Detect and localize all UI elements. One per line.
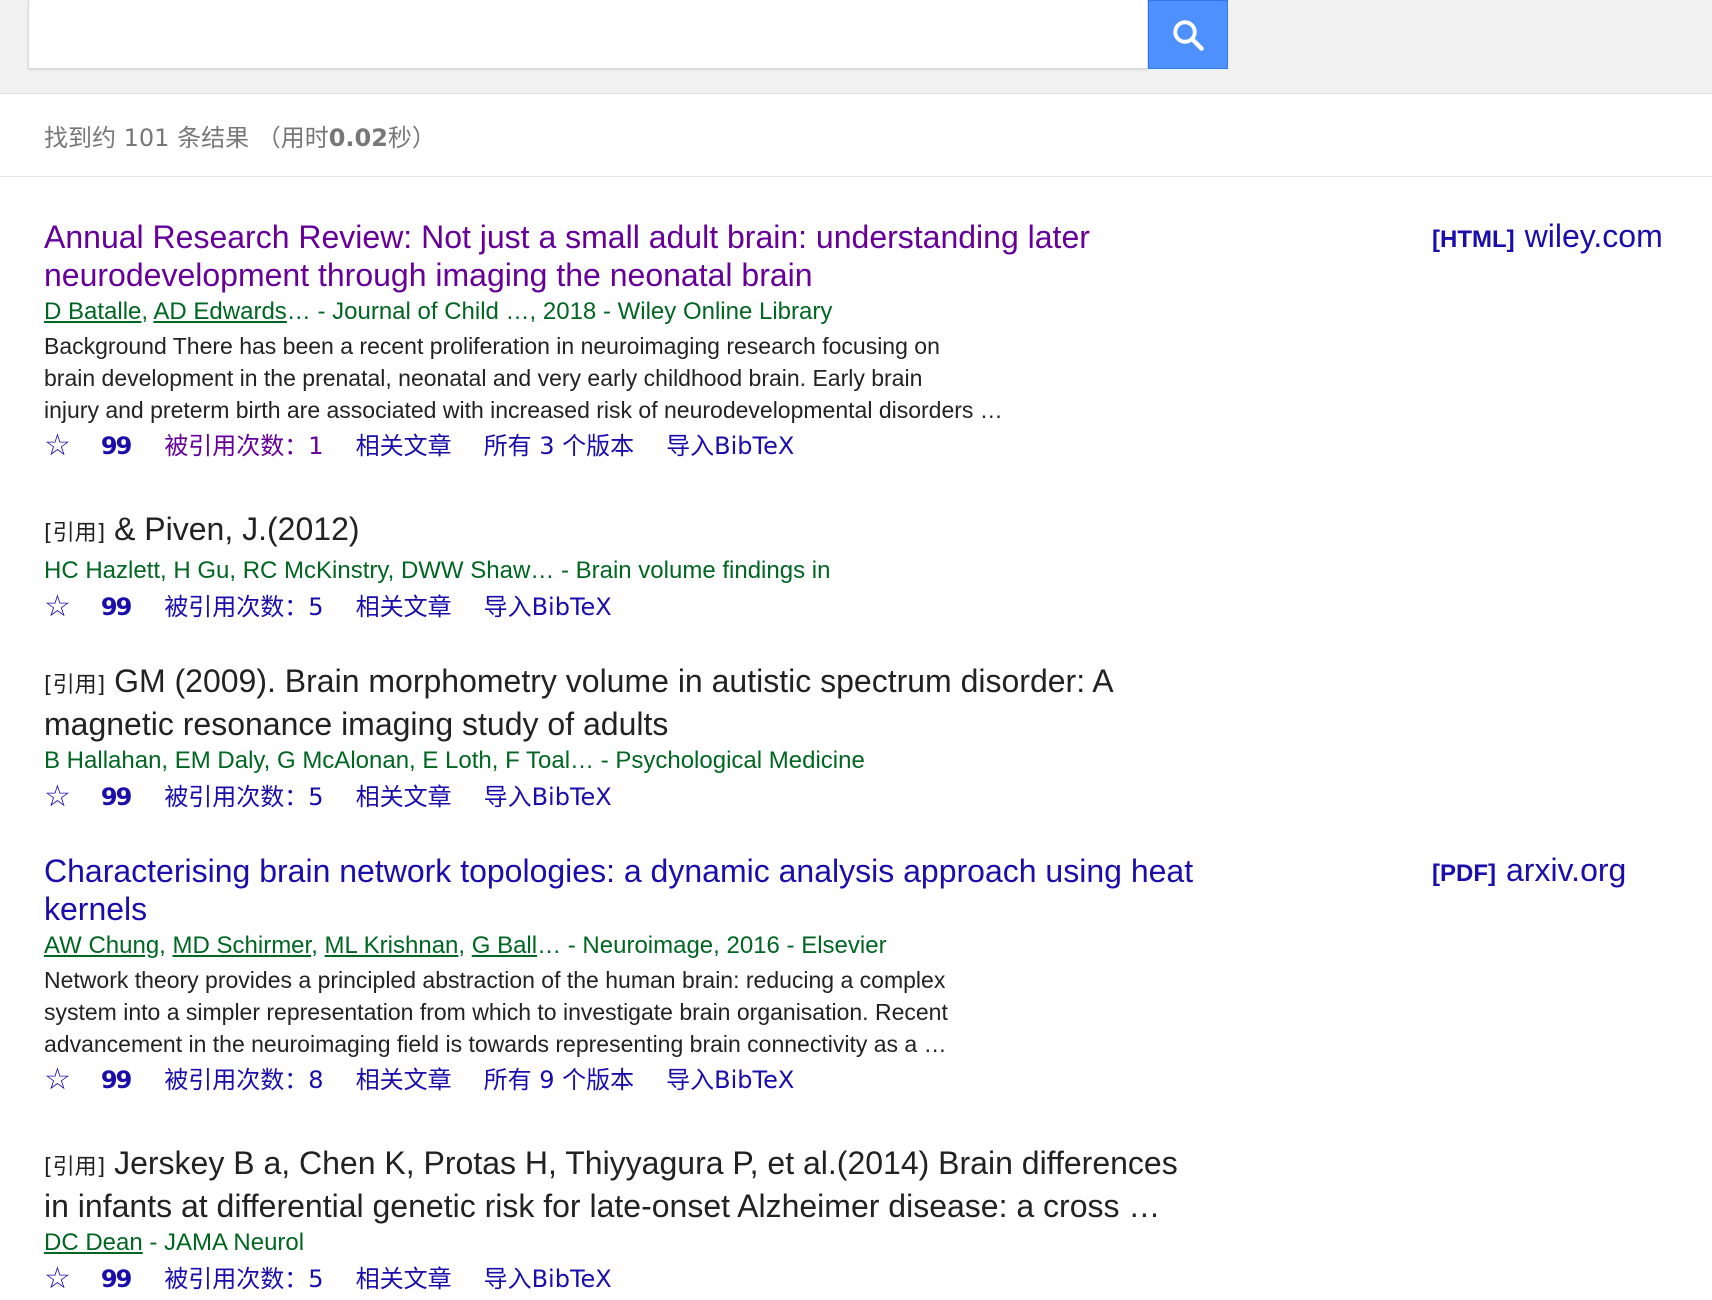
result-item: Annual Research Review: Not just a small…	[44, 218, 1294, 464]
fulltext-link[interactable]: [PDF] arxiv.org	[1432, 852, 1626, 889]
result-actions: ☆ 99 被引用次数：8 相关文章 所有 9 个版本 导入BibTeX	[44, 1062, 1294, 1098]
search-button[interactable]	[1148, 0, 1228, 69]
result-item: [引用] & Piven, J.(2012) HC Hazlett, H Gu,…	[44, 510, 1294, 625]
result-title: [引用] GM (2009). Brain morphometry volume…	[44, 662, 1294, 743]
results-stats-bar: 找到约 101 条结果 （用时0.02秒）	[0, 94, 1712, 177]
related-articles-link[interactable]: 相关文章	[356, 1261, 452, 1297]
result-actions: ☆ 99 被引用次数：5 相关文章 导入BibTeX	[44, 779, 1294, 815]
all-versions-link[interactable]: 所有 9 个版本	[484, 1062, 635, 1098]
separator: ,	[159, 932, 173, 959]
result-meta: HC Hazlett, H Gu, RC McKinstry, DWW Shaw…	[44, 557, 831, 584]
result-item: Characterising brain network topologies:…	[44, 852, 1294, 1098]
result-title: [引用] & Piven, J.(2012)	[44, 510, 1294, 553]
fulltext-domain: arxiv.org	[1505, 852, 1627, 888]
title-line: magnetic resonance imaging study of adul…	[44, 706, 669, 742]
result-snippet: Background There has been a recent proli…	[44, 330, 1154, 426]
result-item: [引用] Jerskey B a, Chen K, Protas H, Thiy…	[44, 1144, 1294, 1297]
result-title-link[interactable]: Annual Research Review: Not just a small…	[44, 218, 1294, 294]
import-bibtex-link[interactable]: 导入BibTeX	[666, 428, 794, 464]
related-articles-link[interactable]: 相关文章	[356, 589, 452, 625]
citation-tag: [引用]	[44, 1155, 106, 1180]
stats-prefix: 找到约 101 条结果 （用时	[44, 124, 329, 152]
citation-tag: [引用]	[44, 673, 106, 698]
related-articles-link[interactable]: 相关文章	[356, 428, 452, 464]
snippet-line: advancement in the neuroimaging field is…	[44, 1031, 947, 1057]
title-line: in infants at differential genetic risk …	[44, 1188, 1161, 1224]
result-item: [引用] GM (2009). Brain morphometry volume…	[44, 662, 1294, 815]
result-actions: ☆ 99 被引用次数：1 相关文章 所有 3 个版本 导入BibTeX	[44, 428, 1294, 464]
result-actions: ☆ 99 被引用次数：5 相关文章 导入BibTeX	[44, 1261, 1294, 1297]
results-count: 找到约 101 条结果 （用时0.02秒）	[44, 118, 436, 153]
author-link[interactable]: D Batalle	[44, 298, 141, 325]
import-bibtex-link[interactable]: 导入BibTeX	[484, 589, 612, 625]
cite-quote-icon[interactable]: 99	[101, 779, 132, 815]
file-type-label: [HTML]	[1432, 226, 1515, 253]
import-bibtex-link[interactable]: 导入BibTeX	[484, 779, 612, 815]
save-star-icon[interactable]: ☆	[44, 428, 71, 464]
import-bibtex-link[interactable]: 导入BibTeX	[666, 1062, 794, 1098]
author-link[interactable]: AW Chung	[44, 932, 159, 959]
search-icon	[1173, 19, 1204, 51]
result-actions: ☆ 99 被引用次数：5 相关文章 导入BibTeX	[44, 589, 1294, 625]
related-articles-link[interactable]: 相关文章	[356, 779, 452, 815]
publication-info: - JAMA Neurol	[142, 1229, 305, 1256]
snippet-line: brain development in the prenatal, neona…	[44, 365, 923, 391]
author-link[interactable]: MD Schirmer	[173, 932, 312, 959]
separator: ,	[311, 932, 325, 959]
author-link[interactable]: AD Edwards	[153, 298, 286, 325]
title-line: Annual Research Review: Not just a small…	[44, 219, 1090, 255]
author-link[interactable]: DC Dean	[44, 1229, 143, 1256]
result-meta: AW Chung, MD Schirmer, ML Krishnan, G Ba…	[44, 930, 1294, 962]
result-snippet: Network theory provides a principled abs…	[44, 964, 1154, 1060]
title-line: Characterising brain network topologies:…	[44, 853, 1194, 889]
separator: ,	[458, 932, 472, 959]
snippet-line: injury and preterm birth are associated …	[44, 397, 1003, 423]
all-versions-link[interactable]: 所有 3 个版本	[484, 428, 635, 464]
snippet-line: Background There has been a recent proli…	[44, 333, 940, 359]
title-line: neurodevelopment through imaging the neo…	[44, 257, 813, 293]
title-line: GM (2009). Brain morphometry volume in a…	[114, 663, 1114, 699]
cited-by-link[interactable]: 被引用次数：5	[164, 1261, 323, 1297]
title-line: Jerskey B a, Chen K, Protas H, Thiyyagur…	[114, 1145, 1178, 1181]
result-meta: DC Dean - JAMA Neurol	[44, 1227, 1294, 1259]
snippet-line: Network theory provides a principled abs…	[44, 967, 946, 993]
result-meta: B Hallahan, EM Daly, G McAlonan, E Loth,…	[44, 747, 865, 774]
separator: ,	[141, 298, 154, 325]
cited-by-link[interactable]: 被引用次数：5	[164, 779, 323, 815]
file-type-label: [PDF]	[1432, 860, 1496, 887]
cited-by-link[interactable]: 被引用次数：1	[164, 428, 323, 464]
related-articles-link[interactable]: 相关文章	[356, 1062, 452, 1098]
import-bibtex-link[interactable]: 导入BibTeX	[484, 1261, 612, 1297]
fulltext-domain: wiley.com	[1524, 218, 1663, 254]
publication-info: … - Neuroimage, 2016 - Elsevier	[537, 932, 887, 959]
result-title-link[interactable]: Characterising brain network topologies:…	[44, 852, 1294, 928]
title-line: kernels	[44, 891, 148, 927]
result-title: [引用] Jerskey B a, Chen K, Protas H, Thiy…	[44, 1144, 1294, 1225]
author-link[interactable]: ML Krishnan	[325, 932, 459, 959]
cited-by-link[interactable]: 被引用次数：5	[164, 589, 323, 625]
citation-tag: [引用]	[44, 521, 106, 546]
search-time: 0.02	[328, 124, 388, 152]
cite-quote-icon[interactable]: 99	[101, 428, 132, 464]
search-header	[0, 0, 1712, 94]
save-star-icon[interactable]: ☆	[44, 779, 71, 815]
snippet-line: system into a simpler representation fro…	[44, 999, 948, 1025]
save-star-icon[interactable]: ☆	[44, 1261, 71, 1297]
cited-by-link[interactable]: 被引用次数：8	[164, 1062, 323, 1098]
result-meta: D Batalle, AD Edwards… - Journal of Chil…	[44, 296, 1294, 328]
cite-quote-icon[interactable]: 99	[101, 1062, 132, 1098]
cite-quote-icon[interactable]: 99	[101, 589, 132, 625]
stats-suffix: 秒）	[387, 124, 436, 152]
search-input[interactable]	[28, 0, 1148, 69]
title-line: & Piven, J.(2012)	[114, 511, 360, 547]
author-link[interactable]: G Ball	[472, 932, 537, 959]
save-star-icon[interactable]: ☆	[44, 1062, 71, 1098]
cite-quote-icon[interactable]: 99	[101, 1261, 132, 1297]
save-star-icon[interactable]: ☆	[44, 589, 71, 625]
fulltext-link[interactable]: [HTML] wiley.com	[1432, 218, 1663, 255]
publication-info: … - Journal of Child …, 2018 - Wiley Onl…	[286, 298, 833, 325]
